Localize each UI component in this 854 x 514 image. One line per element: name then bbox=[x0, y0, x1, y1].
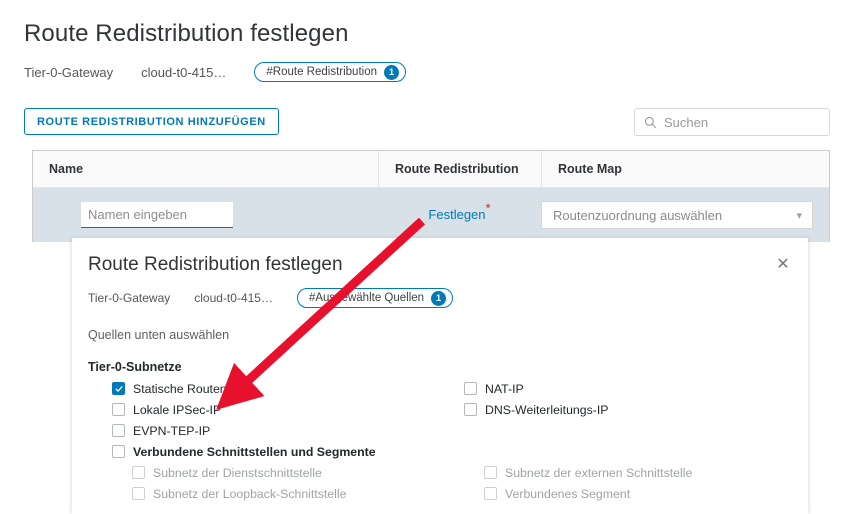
dialog-hint: Quellen unten auswählen bbox=[88, 328, 230, 342]
badge-count: 1 bbox=[383, 64, 399, 80]
checkbox-column-left: Statische Routen Lokale IPSec-IP EVPN-TEP-… bbox=[112, 378, 472, 504]
required-marker: * bbox=[485, 200, 491, 216]
checkbox-label: EVPN-TEP-IP bbox=[133, 423, 211, 438]
set-redistribution-label: Festlegen bbox=[428, 207, 486, 222]
route-redistribution-table: Name Route Redistribution Route Map Fest… bbox=[32, 150, 830, 242]
checkbox-column-right: NAT-IP DNS-Weiterleitungs-IP Subnetz der e… bbox=[464, 378, 794, 504]
checkbox-right-4 bbox=[484, 466, 497, 479]
checkbox-label: NAT-IP bbox=[485, 381, 524, 396]
search-input[interactable]: Suchen bbox=[664, 115, 708, 130]
route-map-select[interactable]: Routenzuordnung auswählen ▾ bbox=[541, 201, 813, 229]
dialog-title: Route Redistribution festlegen bbox=[88, 254, 343, 275]
checkbox-row: Lokale IPSec-IP bbox=[112, 399, 472, 420]
set-redistribution-link[interactable]: Festlegen* bbox=[428, 202, 490, 224]
checkbox-right-1[interactable] bbox=[464, 403, 477, 416]
dialog-badge-label: #Ausgewählte Quellen bbox=[308, 292, 425, 304]
checkbox-label: Lokale IPSec-IP bbox=[133, 402, 222, 417]
checkbox-label: Statische Routen bbox=[133, 381, 227, 396]
chevron-down-icon: ▾ bbox=[796, 209, 802, 222]
table-row: Festlegen* Routenzuordnung auswählen ▾ bbox=[33, 187, 829, 242]
cell-name bbox=[33, 202, 378, 228]
add-route-redistribution-button[interactable]: ROUTE REDISTRIBUTION HINZUFÜGEN bbox=[24, 108, 279, 135]
search-box[interactable]: Suchen bbox=[634, 108, 830, 136]
checkbox-left-3[interactable] bbox=[112, 445, 125, 458]
dialog-breadcrumb-gateway-name: cloud-t0-415… bbox=[194, 291, 273, 305]
checkbox-label: Subnetz der externen Schnittstelle bbox=[505, 465, 693, 480]
selected-sources-badge[interactable]: #Ausgewählte Quellen 1 bbox=[296, 288, 454, 308]
route-redistribution-badge[interactable]: #Route Redistribution 1 bbox=[254, 62, 406, 82]
table-header-row: Name Route Redistribution Route Map bbox=[33, 151, 829, 187]
app-root: Route Redistribution festlegen Tier-0-Ga… bbox=[0, 0, 854, 514]
breadcrumb: Tier-0-Gateway cloud-t0-415… #Route Redi… bbox=[24, 62, 406, 82]
set-route-redistribution-dialog: Route Redistribution festlegen Tier-0-Ga… bbox=[72, 238, 808, 514]
check-icon bbox=[114, 385, 123, 392]
checkbox-left-5 bbox=[132, 487, 145, 500]
checkbox-label: DNS-Weiterleitungs-IP bbox=[485, 402, 609, 417]
checkbox-left-1[interactable] bbox=[112, 403, 125, 416]
checkbox-right-5 bbox=[484, 487, 497, 500]
column-header-route-map: Route Map bbox=[541, 151, 829, 187]
column-header-route-redistribution: Route Redistribution bbox=[378, 151, 541, 187]
checkbox-left-0[interactable] bbox=[112, 382, 125, 395]
dialog-breadcrumb: Tier-0-Gateway cloud-t0-415… #Ausgewählt… bbox=[88, 288, 454, 308]
breadcrumb-item-gateway-name: cloud-t0-415… bbox=[141, 64, 227, 80]
checkbox-label: Verbundene Schnittstellen und Segmente bbox=[133, 444, 376, 459]
checkbox-left-4 bbox=[132, 466, 145, 479]
column-header-name: Name bbox=[49, 162, 84, 176]
checkbox-row: Subnetz der Loopback-Schnittstelle bbox=[112, 483, 472, 504]
checkbox-label: Subnetz der Loopback-Schnittstelle bbox=[153, 486, 347, 501]
checkbox-label: Subnetz der Dienstschnittstelle bbox=[153, 465, 322, 480]
cell-route-map: Routenzuordnung auswählen ▾ bbox=[541, 201, 829, 229]
checkbox-row: Subnetz der externen Schnittstelle bbox=[464, 462, 794, 483]
checkbox-left-2[interactable] bbox=[112, 424, 125, 437]
close-icon[interactable]: ✕ bbox=[774, 256, 792, 274]
group-title-tier0-subnets: Tier-0-Subnetze bbox=[88, 360, 182, 374]
checkbox-label: Verbundenes Segment bbox=[505, 486, 631, 501]
cell-route-redistribution: Festlegen* bbox=[378, 202, 541, 224]
page-title: Route Redistribution festlegen bbox=[24, 20, 349, 47]
checkbox-row: Statische Routen bbox=[112, 378, 472, 399]
breadcrumb-item-gateway-type: Tier-0-Gateway bbox=[24, 64, 114, 80]
checkbox-row: EVPN-TEP-IP bbox=[112, 420, 472, 441]
dialog-breadcrumb-gateway-type: Tier-0-Gateway bbox=[88, 291, 171, 305]
badge-label: #Route Redistribution bbox=[266, 66, 377, 78]
checkbox-row: NAT-IP bbox=[464, 378, 794, 399]
checkbox-right-0[interactable] bbox=[464, 382, 477, 395]
checkbox-row: Subnetz der Dienstschnittstelle bbox=[112, 462, 472, 483]
checkbox-row: Verbundene Schnittstellen und Segmente bbox=[112, 441, 472, 462]
dialog-badge-count: 1 bbox=[431, 290, 447, 306]
checkbox-row: DNS-Weiterleitungs-IP bbox=[464, 399, 794, 420]
search-icon bbox=[644, 116, 657, 128]
route-map-select-value: Routenzuordnung auswählen bbox=[553, 207, 723, 223]
name-input[interactable] bbox=[81, 202, 233, 228]
checkbox-row: Verbundenes Segment bbox=[464, 483, 794, 504]
